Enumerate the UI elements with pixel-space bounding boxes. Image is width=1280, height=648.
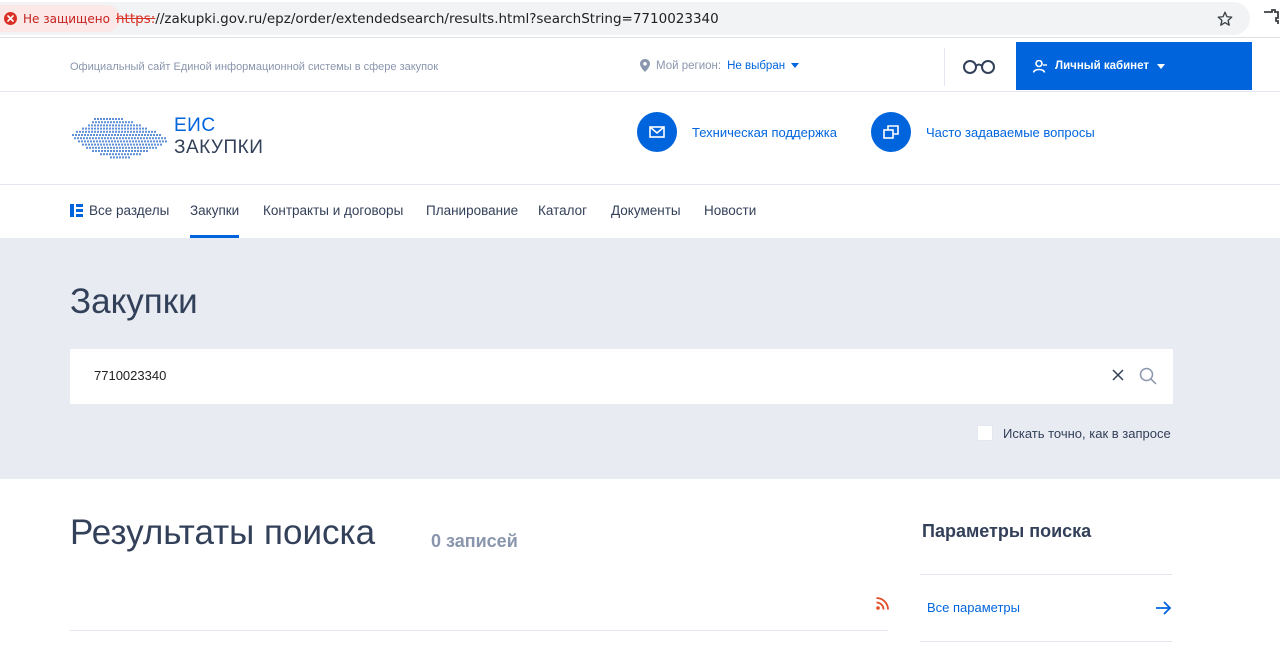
search-params-title: Параметры поиска xyxy=(922,521,1092,541)
envelope-icon xyxy=(637,112,677,152)
nav-item-catalog[interactable]: Каталог xyxy=(538,203,587,218)
nav-item-news[interactable]: Новости xyxy=(704,203,756,218)
results-title: Результаты поиска xyxy=(70,513,376,552)
bookmark-star-icon[interactable] xyxy=(1216,10,1234,28)
faq-link[interactable]: Часто задаваемые вопросы xyxy=(871,112,1095,152)
faq-label: Часто задаваемые вопросы xyxy=(926,124,1095,140)
nav-item-planning[interactable]: Планирование xyxy=(426,203,518,218)
address-bar[interactable]: Не защищено https://zakupki.gov.ru/epz/o… xyxy=(0,2,1250,35)
region-label: Мой регион: xyxy=(656,59,722,72)
cabinet-label: Личный кабинет xyxy=(1055,60,1149,72)
search-section: Закупки Искать точно, как в запросе xyxy=(0,238,1280,479)
security-label: Не защищено xyxy=(23,11,110,26)
faq-windows-icon xyxy=(871,112,911,152)
nav-item-zakupki[interactable]: Закупки xyxy=(190,203,239,218)
chevron-down-icon xyxy=(1157,63,1165,69)
exact-match-option[interactable]: Искать точно, как в запросе xyxy=(977,425,1171,441)
all-params-link[interactable]: Все параметры xyxy=(927,600,1020,615)
eis-logo[interactable]: ЕИС ЗАКУПКИ xyxy=(70,112,263,162)
region-selector[interactable]: Мой регион: Не выбран xyxy=(640,59,800,72)
results-count: 0 записей xyxy=(431,531,518,551)
search-input[interactable] xyxy=(94,368,1074,383)
chevron-down-icon xyxy=(791,63,800,68)
nav-all-sections-label: Все разделы xyxy=(89,203,170,218)
nav-item-contracts[interactable]: Контракты и договоры xyxy=(263,203,403,218)
nav-item-documents[interactable]: Документы xyxy=(611,203,681,218)
exact-match-label: Искать точно, как в запросе xyxy=(1003,425,1171,441)
search-box xyxy=(70,349,1173,404)
user-login-icon xyxy=(1033,59,1047,73)
security-chip[interactable]: Не защищено xyxy=(0,5,120,32)
logo-line1: ЕИС xyxy=(174,115,216,136)
divider xyxy=(920,574,1172,575)
rss-icon[interactable] xyxy=(876,597,889,610)
logo-line2: ЗАКУПКИ xyxy=(174,137,264,158)
browser-toolbar: Не защищено https://zakupki.gov.ru/epz/o… xyxy=(0,0,1280,38)
top-strip: Официальный сайт Единой информационной с… xyxy=(0,42,1280,92)
exact-match-checkbox[interactable] xyxy=(977,425,993,441)
url-rest: //zakupki.gov.ru/epz/order/extendedsearc… xyxy=(155,11,719,27)
divider xyxy=(920,641,1172,642)
url-text[interactable]: https://zakupki.gov.ru/epz/order/extende… xyxy=(116,11,719,27)
support-label: Техническая поддержка xyxy=(692,124,837,140)
extensions-icon[interactable] xyxy=(1262,9,1280,25)
url-scheme: https: xyxy=(116,11,156,27)
nav-all-sections[interactable]: Все разделы xyxy=(70,203,169,218)
personal-cabinet-button[interactable]: Личный кабинет xyxy=(1016,42,1252,90)
divider xyxy=(70,630,888,631)
accessibility-glasses-icon[interactable] xyxy=(962,58,996,74)
site-header: ЕИС ЗАКУПКИ Техническая поддержка Часто … xyxy=(0,92,1280,185)
clear-icon[interactable] xyxy=(1112,369,1124,381)
russia-map-logo-icon xyxy=(72,118,167,159)
warning-icon xyxy=(4,12,17,25)
search-icon[interactable] xyxy=(1139,367,1157,385)
sections-grid-icon xyxy=(70,204,83,217)
official-site-text: Официальный сайт Единой информационной с… xyxy=(70,61,439,73)
support-link[interactable]: Техническая поддержка xyxy=(637,112,837,152)
main-nav: Все разделы Закупки Контракты и договоры… xyxy=(0,185,1280,238)
arrow-right-icon[interactable] xyxy=(1155,600,1172,616)
divider xyxy=(944,48,945,86)
page-title: Закупки xyxy=(70,282,198,321)
region-value[interactable]: Не выбран xyxy=(727,60,785,72)
location-pin-icon xyxy=(640,59,650,72)
